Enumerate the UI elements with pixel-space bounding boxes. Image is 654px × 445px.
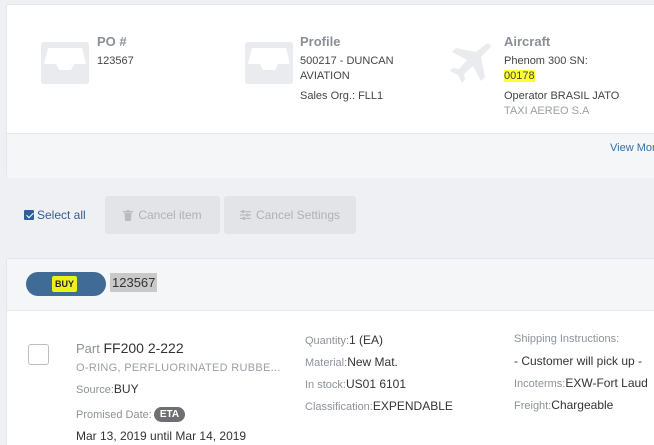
- stock-field: In stock:US01 6101: [305, 377, 406, 391]
- quantity-value: 1 (EA): [349, 333, 384, 347]
- profile-value-line2: AVIATION: [300, 70, 350, 82]
- stock-label: In stock:: [305, 379, 346, 391]
- inbox-icon: [41, 42, 89, 84]
- stock-value: US01 6101: [345, 377, 407, 391]
- shipping-instructions-label: Shipping Instructions:: [514, 333, 620, 345]
- order-type-badge: BUY: [26, 272, 106, 296]
- view-more-link[interactable]: View More: [610, 142, 654, 154]
- shipping-instructions-value: - Customer will pick up -: [514, 354, 643, 368]
- promised-date-field: Promised Date: ETA: [76, 407, 186, 422]
- select-all-label: Select all: [37, 208, 86, 222]
- order-type-label: BUY: [52, 276, 78, 292]
- part-description: O-RING, PERFLUORINATED RUBBE...: [76, 362, 281, 374]
- po-label: PO #: [97, 34, 127, 49]
- incoterms-label: Incoterms:: [514, 378, 566, 390]
- freight-label: Freight:: [514, 400, 552, 412]
- profile-value-line1: 500217 - DUNCAN: [300, 55, 394, 67]
- select-all-toggle[interactable]: Select all: [24, 208, 86, 222]
- cancel-item-label: Cancel item: [138, 208, 202, 222]
- shipping-instructions-value-row: - Customer will pick up -: [514, 354, 642, 368]
- part-prefix: Part: [76, 341, 100, 356]
- classification-value: EXPENDABLE: [372, 399, 453, 413]
- part-number[interactable]: FF200 2-222: [103, 340, 183, 356]
- cancel-settings-button[interactable]: Cancel Settings: [224, 196, 356, 234]
- incoterms-value: EXW-Fort Laud: [565, 376, 648, 390]
- sales-org: Sales Org.: FLL1: [300, 90, 384, 102]
- cancel-item-button[interactable]: Cancel item: [105, 196, 220, 234]
- material-label: Material:: [305, 357, 348, 369]
- freight-field: Freight:Chargeable: [514, 398, 613, 412]
- quantity-label: Quantity:: [305, 335, 350, 347]
- material-field: Material:New Mat.: [305, 355, 398, 369]
- po-value: 123567: [97, 55, 134, 67]
- freight-value: Chargeable: [551, 398, 614, 412]
- classification-field: Classification:EXPENDABLE: [305, 399, 453, 413]
- classification-label: Classification:: [305, 401, 373, 413]
- source-field: Source:BUY: [76, 382, 139, 396]
- material-value: New Mat.: [347, 355, 398, 369]
- part-title: Part FF200 2-222: [76, 340, 184, 356]
- aircraft-serial: 00178: [504, 69, 535, 84]
- source-label: Source:: [76, 384, 114, 396]
- summary-footer: [7, 133, 654, 178]
- item-select-checkbox[interactable]: [28, 344, 49, 365]
- profile-label: Profile: [300, 34, 341, 49]
- aircraft-model: Phenom 300 SN:: [504, 55, 588, 67]
- aircraft-label: Aircraft: [504, 34, 551, 49]
- order-po-number: 123567: [110, 273, 158, 292]
- trash-icon: [123, 209, 134, 221]
- shipping-instructions-field: Shipping Instructions:: [514, 333, 619, 345]
- incoterms-field: Incoterms:EXW-Fort Laud: [514, 376, 648, 390]
- source-value: BUY: [113, 382, 139, 396]
- aircraft-serial-value: 00178: [504, 70, 535, 82]
- cancel-settings-label: Cancel Settings: [255, 208, 341, 222]
- aircraft-operator-line1: Operator BRASIL JATO: [504, 90, 620, 102]
- airplane-icon: [450, 43, 491, 83]
- promised-date-label: Promised Date:: [76, 409, 152, 421]
- select-all-checkbox[interactable]: [24, 210, 34, 220]
- promised-date-range: Mar 13, 2019 until Mar 14, 2019: [76, 429, 246, 443]
- eta-badge: ETA: [153, 407, 186, 422]
- sliders-icon: [239, 210, 251, 220]
- aircraft-operator-line2: TAXI AEREO S.A: [504, 105, 590, 117]
- promised-date-value: Mar 13, 2019 until Mar 14, 2019: [76, 429, 247, 443]
- profile-inbox-icon: [245, 42, 293, 84]
- quantity-field: Quantity:1 (EA): [305, 333, 383, 347]
